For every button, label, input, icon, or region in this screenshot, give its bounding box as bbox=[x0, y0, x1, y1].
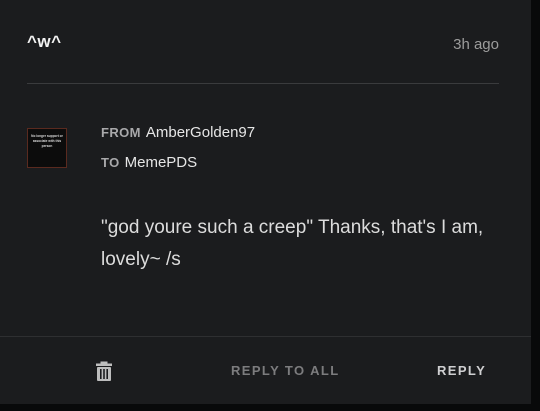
to-row: TO MemePDS bbox=[101, 154, 197, 171]
avatar-text: No longer support or associate with this… bbox=[31, 134, 63, 148]
delete-button[interactable] bbox=[93, 360, 115, 382]
footer-divider bbox=[0, 336, 531, 337]
from-row: FROM AmberGolden97 bbox=[101, 124, 255, 141]
sender-name[interactable]: AmberGolden97 bbox=[146, 124, 255, 141]
header-divider bbox=[27, 83, 499, 84]
recipient-name[interactable]: MemePDS bbox=[125, 154, 198, 171]
reply-to-all-button[interactable]: REPLY TO ALL bbox=[231, 363, 340, 378]
timestamp: 3h ago bbox=[453, 36, 499, 53]
message-body: "god youre such a creep" Thanks, that's … bbox=[101, 217, 484, 270]
window-edge-bottom bbox=[0, 404, 540, 411]
reply-button[interactable]: REPLY bbox=[437, 363, 486, 378]
sender-avatar[interactable]: No longer support or associate with this… bbox=[27, 128, 67, 168]
trash-icon bbox=[96, 361, 112, 381]
message-header: ^w^ 3h ago bbox=[27, 30, 499, 60]
message-title: ^w^ bbox=[27, 32, 62, 51]
window-edge-right bbox=[531, 0, 540, 411]
from-label: FROM bbox=[101, 125, 141, 140]
message-card: ^w^ 3h ago No longer support or associat… bbox=[0, 0, 531, 404]
to-label: TO bbox=[101, 155, 120, 170]
